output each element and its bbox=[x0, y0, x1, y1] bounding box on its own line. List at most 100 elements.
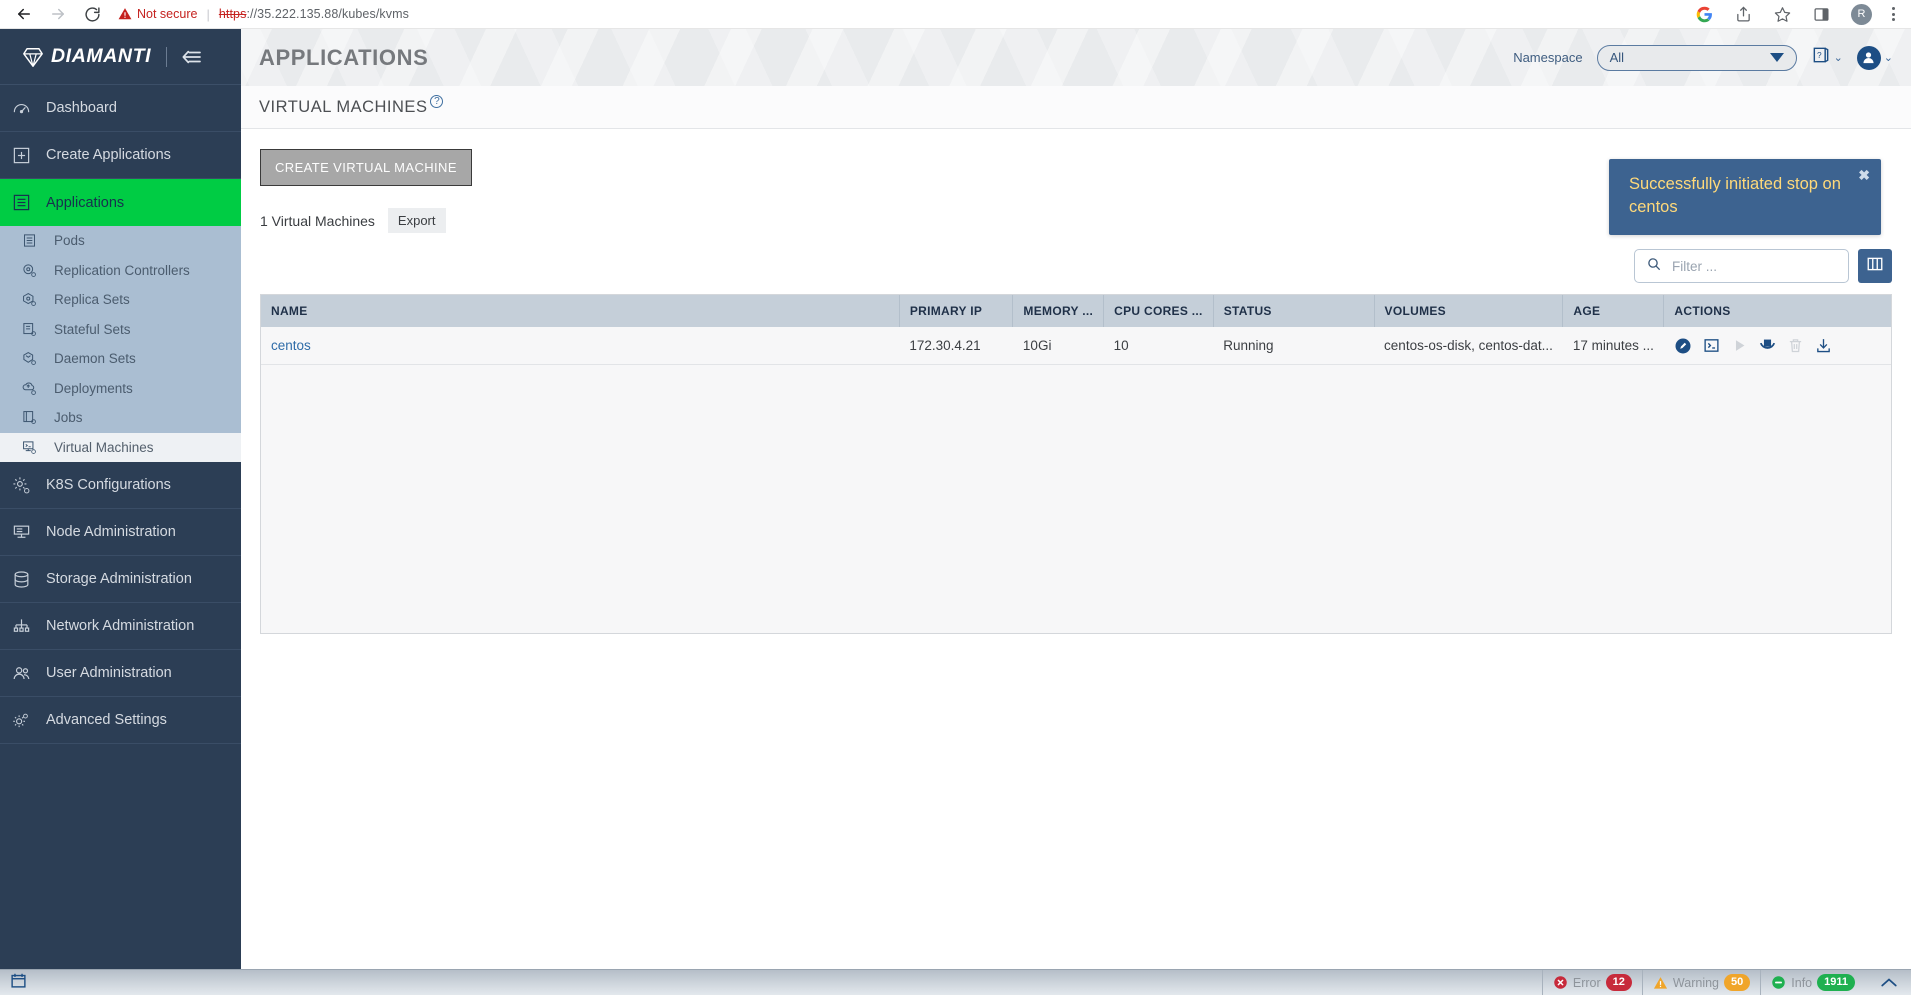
sidebar-item-stateful-sets[interactable]: Stateful Sets bbox=[0, 315, 241, 345]
sidebar-item-replication-controllers[interactable]: Replication Controllers bbox=[0, 256, 241, 286]
reload-icon[interactable] bbox=[82, 4, 102, 24]
daemon-sets-icon bbox=[19, 351, 39, 366]
namespace-select[interactable]: All bbox=[1596, 44, 1797, 71]
sidebar-item-k8s-configurations[interactable]: K8S Configurations bbox=[0, 462, 241, 509]
vm-count-label: 1 Virtual Machines bbox=[260, 212, 375, 229]
gauge-icon bbox=[10, 99, 32, 118]
filter-row bbox=[260, 249, 1892, 283]
pods-icon bbox=[19, 233, 39, 248]
help-circle-icon[interactable]: ? bbox=[430, 94, 444, 108]
sidebar-item-deployments[interactable]: Deployments bbox=[0, 374, 241, 404]
status-bar-right: Error 12 Warning 50 Info 1911 bbox=[1541, 970, 1911, 995]
sidebar-subitem-label: Replication Controllers bbox=[54, 262, 190, 278]
download-icon[interactable] bbox=[1814, 336, 1833, 355]
sidebar-item-applications[interactable]: Applications bbox=[0, 179, 241, 226]
kebab-menu-icon[interactable] bbox=[1892, 7, 1895, 21]
cell-name: centos bbox=[261, 327, 900, 365]
sidebar-item-user-administration[interactable]: User Administration bbox=[0, 650, 241, 697]
console-terminal-icon[interactable] bbox=[1702, 336, 1721, 355]
col-primary-ip[interactable]: PRIMARY IP bbox=[899, 295, 1014, 327]
sidebar-item-label: K8S Configurations bbox=[46, 477, 171, 493]
status-bar: Error 12 Warning 50 Info 1911 bbox=[241, 969, 1911, 995]
chevron-up-icon[interactable] bbox=[1865, 976, 1911, 989]
profile-avatar[interactable]: R bbox=[1851, 3, 1872, 25]
plus-square-icon bbox=[10, 146, 32, 165]
vm-name-link[interactable]: centos bbox=[271, 338, 311, 353]
columns-toggle-icon bbox=[1866, 255, 1884, 278]
sidebar-item-pods[interactable]: Pods bbox=[0, 226, 241, 256]
sidebar-subnav: Pods Replication Controllers Replica Set… bbox=[0, 226, 241, 462]
address-bar[interactable]: Not secure | https://35.222.135.88/kubes… bbox=[118, 3, 1695, 25]
status-warning[interactable]: Warning 50 bbox=[1641, 970, 1760, 995]
back-icon[interactable] bbox=[14, 4, 34, 24]
section-header: VIRTUAL MACHINES ? bbox=[241, 86, 1911, 129]
col-name[interactable]: NAME bbox=[261, 295, 900, 327]
sidebar-item-label: Dashboard bbox=[46, 100, 117, 116]
sidebar-item-node-administration[interactable]: Node Administration bbox=[0, 509, 241, 556]
sidebar-item-storage-administration[interactable]: Storage Administration bbox=[0, 556, 241, 603]
app-root: DIAMANTI Dashboard Create Applications A… bbox=[0, 29, 1911, 995]
url-scheme: https bbox=[218, 7, 247, 21]
stop-icon[interactable] bbox=[1758, 336, 1777, 355]
delete-trash-icon bbox=[1786, 336, 1805, 355]
settings-gears-icon bbox=[10, 711, 32, 730]
diamond-logo-icon bbox=[22, 46, 44, 68]
sidebar-item-daemon-sets[interactable]: Daemon Sets bbox=[0, 344, 241, 374]
sidebar-item-network-administration[interactable]: Network Administration bbox=[0, 603, 241, 650]
edit-pencil-icon[interactable] bbox=[1674, 336, 1693, 355]
cell-primary-ip: 172.30.4.21 bbox=[899, 327, 1013, 365]
user-avatar-icon bbox=[1856, 45, 1881, 70]
close-icon[interactable]: ✖ bbox=[1858, 168, 1870, 182]
table-row[interactable]: centos 172.30.4.21 10Gi 10 Running cento… bbox=[261, 327, 1891, 365]
col-status[interactable]: STATUS bbox=[1213, 295, 1375, 327]
status-info-count: 1911 bbox=[1817, 974, 1855, 991]
jobs-icon bbox=[19, 410, 39, 425]
user-menu[interactable]: ⌄ bbox=[1856, 45, 1893, 70]
status-error[interactable]: Error 12 bbox=[1541, 970, 1642, 995]
browser-nav-buttons bbox=[14, 4, 102, 24]
collapse-sidebar-icon[interactable] bbox=[180, 48, 202, 66]
cell-cpu-cores: 10 bbox=[1103, 327, 1214, 365]
create-virtual-machine-button[interactable]: CREATE VIRTUAL MACHINE bbox=[260, 149, 472, 186]
calendar-icon[interactable] bbox=[10, 972, 27, 994]
col-age[interactable]: AGE bbox=[1562, 295, 1665, 327]
sidebar-subitem-label: Virtual Machines bbox=[54, 439, 154, 455]
sidebar-item-create-applications[interactable]: Create Applications bbox=[0, 132, 241, 179]
gear-cog-icon bbox=[10, 476, 32, 495]
sidebar-item-advanced-settings[interactable]: Advanced Settings bbox=[0, 697, 241, 744]
col-volumes[interactable]: VOLUMES bbox=[1374, 295, 1564, 327]
sidebar-item-label: Node Administration bbox=[46, 524, 176, 540]
col-actions: ACTIONS bbox=[1663, 295, 1891, 327]
header-controls: Namespace All ? ⌄ ⌄ bbox=[1513, 44, 1893, 71]
side-panel-icon[interactable] bbox=[1812, 5, 1831, 24]
col-memory[interactable]: MEMORY ... bbox=[1012, 295, 1105, 327]
search-input[interactable] bbox=[1672, 258, 1837, 274]
col-cpu-cores[interactable]: CPU CORES ... bbox=[1103, 295, 1214, 327]
sidebar-item-replica-sets[interactable]: Replica Sets bbox=[0, 285, 241, 315]
export-button[interactable]: Export bbox=[387, 208, 446, 233]
sidebar-item-label: Advanced Settings bbox=[46, 712, 167, 728]
toast-message: Successfully initiated stop on centos bbox=[1629, 175, 1841, 216]
share-icon[interactable] bbox=[1734, 5, 1753, 24]
brand-logo[interactable]: DIAMANTI bbox=[22, 45, 151, 68]
vm-table: NAME PRIMARY IP MEMORY ... CPU CORES ...… bbox=[261, 295, 1891, 365]
help-menu[interactable]: ? ⌄ bbox=[1811, 45, 1843, 70]
brand-name: DIAMANTI bbox=[51, 45, 152, 67]
sidebar-item-virtual-machines[interactable]: Virtual Machines bbox=[0, 432, 241, 462]
status-info[interactable]: Info 1911 bbox=[1760, 970, 1865, 995]
deployments-icon bbox=[19, 381, 39, 396]
brand-divider bbox=[166, 46, 168, 67]
sidebar-subitem-label: Jobs bbox=[54, 410, 83, 426]
star-icon[interactable] bbox=[1773, 5, 1792, 24]
sidebar-item-dashboard[interactable]: Dashboard bbox=[0, 85, 241, 132]
columns-toggle-button[interactable] bbox=[1858, 249, 1892, 283]
forward-icon[interactable] bbox=[48, 4, 68, 24]
sidebar-nav-primary: Dashboard Create Applications Applicatio… bbox=[0, 85, 241, 226]
sidebar-subitem-label: Deployments bbox=[54, 380, 133, 396]
browser-toolbar: Not secure | https://35.222.135.88/kubes… bbox=[0, 0, 1911, 29]
sidebar-item-label: Applications bbox=[46, 194, 125, 211]
security-indicator[interactable]: Not secure bbox=[118, 7, 197, 21]
sidebar-item-jobs[interactable]: Jobs bbox=[0, 403, 241, 433]
google-icon[interactable] bbox=[1695, 5, 1714, 24]
search-box[interactable] bbox=[1634, 249, 1849, 283]
